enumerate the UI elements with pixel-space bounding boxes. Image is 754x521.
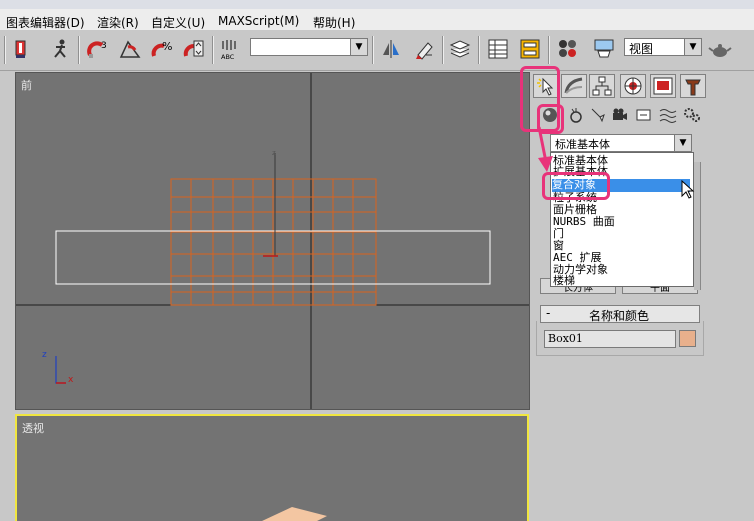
snap-3d-icon[interactable]: 3: [86, 37, 110, 61]
toolbar-separator: [478, 36, 480, 64]
toolbar-separator: [548, 36, 550, 64]
menu-graph-editors[interactable]: 图表编辑器(D): [6, 14, 85, 31]
svg-text:ABC: ABC: [221, 53, 235, 61]
toolbar-separator: [78, 36, 80, 64]
gizmo-z-label: z: [272, 149, 276, 157]
display-tab-icon[interactable]: [650, 74, 676, 98]
schematic-view-icon[interactable]: [518, 37, 542, 61]
menu-rendering[interactable]: 渲染(R): [97, 14, 139, 31]
viewport-perspective[interactable]: 透视: [15, 414, 529, 521]
dropdown-option[interactable]: 窗: [553, 240, 564, 251]
named-selection-combo[interactable]: ▼: [250, 38, 368, 56]
toolbar-separator: [442, 36, 444, 64]
chevron-down-icon[interactable]: ▼: [684, 39, 701, 55]
utilities-tab-icon[interactable]: [680, 74, 706, 98]
tutorial-arrow: [537, 126, 553, 172]
align-icon[interactable]: [412, 37, 436, 61]
systems-icon[interactable]: [682, 105, 702, 125]
angle-snap-icon[interactable]: [118, 37, 142, 61]
box-wireframe: [170, 178, 377, 306]
object-name-field[interactable]: Box01: [544, 330, 676, 348]
percent-snap-icon[interactable]: %: [150, 37, 174, 61]
mirror-icon[interactable]: [380, 37, 404, 61]
dropdown-option[interactable]: 门: [553, 228, 564, 239]
quick-render-teapot-icon[interactable]: [708, 37, 732, 61]
dropdown-option[interactable]: 楼梯: [553, 275, 575, 286]
viewport-front[interactable]: 前 z z x: [15, 72, 530, 410]
mouse-cursor-icon: [681, 180, 695, 199]
shapes-icon[interactable]: [566, 105, 586, 125]
dropdown-option[interactable]: NURBS 曲面: [553, 216, 615, 227]
svg-text:3: 3: [101, 41, 107, 51]
toolbar-separator: [212, 36, 214, 64]
axis-x-label: x: [68, 375, 74, 385]
modify-tab-icon[interactable]: [561, 74, 587, 98]
bind-spacewarp-icon[interactable]: [48, 37, 72, 61]
view-combo[interactable]: 视图 ▼: [624, 38, 702, 56]
axis-z-label: z: [42, 350, 47, 360]
axis-tripod: [55, 356, 66, 384]
hierarchy-tab-icon[interactable]: [589, 74, 615, 98]
menu-customize[interactable]: 自定义(U): [151, 14, 205, 31]
persp-viewport-canvas: [262, 507, 327, 521]
menu-maxscript[interactable]: MAXScript(M): [218, 14, 299, 28]
toolbar-separator: [4, 36, 6, 64]
menu-bar: 图表编辑器(D) 渲染(R) 自定义(U) MAXScript(M) 帮助(H): [0, 0, 754, 30]
svg-text:%: %: [162, 40, 172, 53]
compound-objects-highlight: [542, 172, 610, 200]
render-scene-icon[interactable]: [592, 37, 616, 61]
lights-icon[interactable]: [588, 105, 608, 125]
toolbar-separator: [372, 36, 374, 64]
space-warps-icon[interactable]: [658, 105, 678, 125]
mirror-select-icon[interactable]: [10, 37, 34, 61]
front-viewport-canvas: [16, 73, 529, 409]
rollout-collapse-toggle[interactable]: -: [546, 306, 550, 320]
edit-named-selection-icon[interactable]: ABC: [219, 37, 243, 61]
object-name-value: Box01: [548, 332, 583, 345]
object-category-combo[interactable]: 标准基本体 ▼: [550, 134, 692, 152]
dropdown-option[interactable]: 面片栅格: [553, 204, 597, 215]
object-category-value: 标准基本体: [555, 138, 610, 151]
panel-scrollbar[interactable]: [694, 162, 701, 290]
view-combo-value: 视图: [629, 42, 654, 56]
helpers-icon[interactable]: [634, 105, 654, 125]
spinner-snap-icon[interactable]: [182, 37, 206, 61]
cameras-icon[interactable]: [610, 105, 630, 125]
title-strip: [0, 0, 754, 9]
main-toolbar: 3 % ABC ▼ 视图 ▼: [0, 30, 754, 71]
dropdown-option[interactable]: AEC 扩展: [553, 252, 602, 263]
motion-tab-icon[interactable]: [620, 74, 646, 98]
curve-editor-icon[interactable]: [486, 37, 510, 61]
chevron-down-icon[interactable]: ▼: [350, 39, 367, 55]
chevron-down-icon[interactable]: ▼: [674, 135, 691, 151]
object-color-swatch[interactable]: [679, 330, 696, 347]
material-editor-icon[interactable]: [556, 37, 580, 61]
menu-help[interactable]: 帮助(H): [313, 14, 355, 31]
left-tool-strip: [0, 71, 14, 519]
layer-manager-icon[interactable]: [448, 37, 472, 61]
